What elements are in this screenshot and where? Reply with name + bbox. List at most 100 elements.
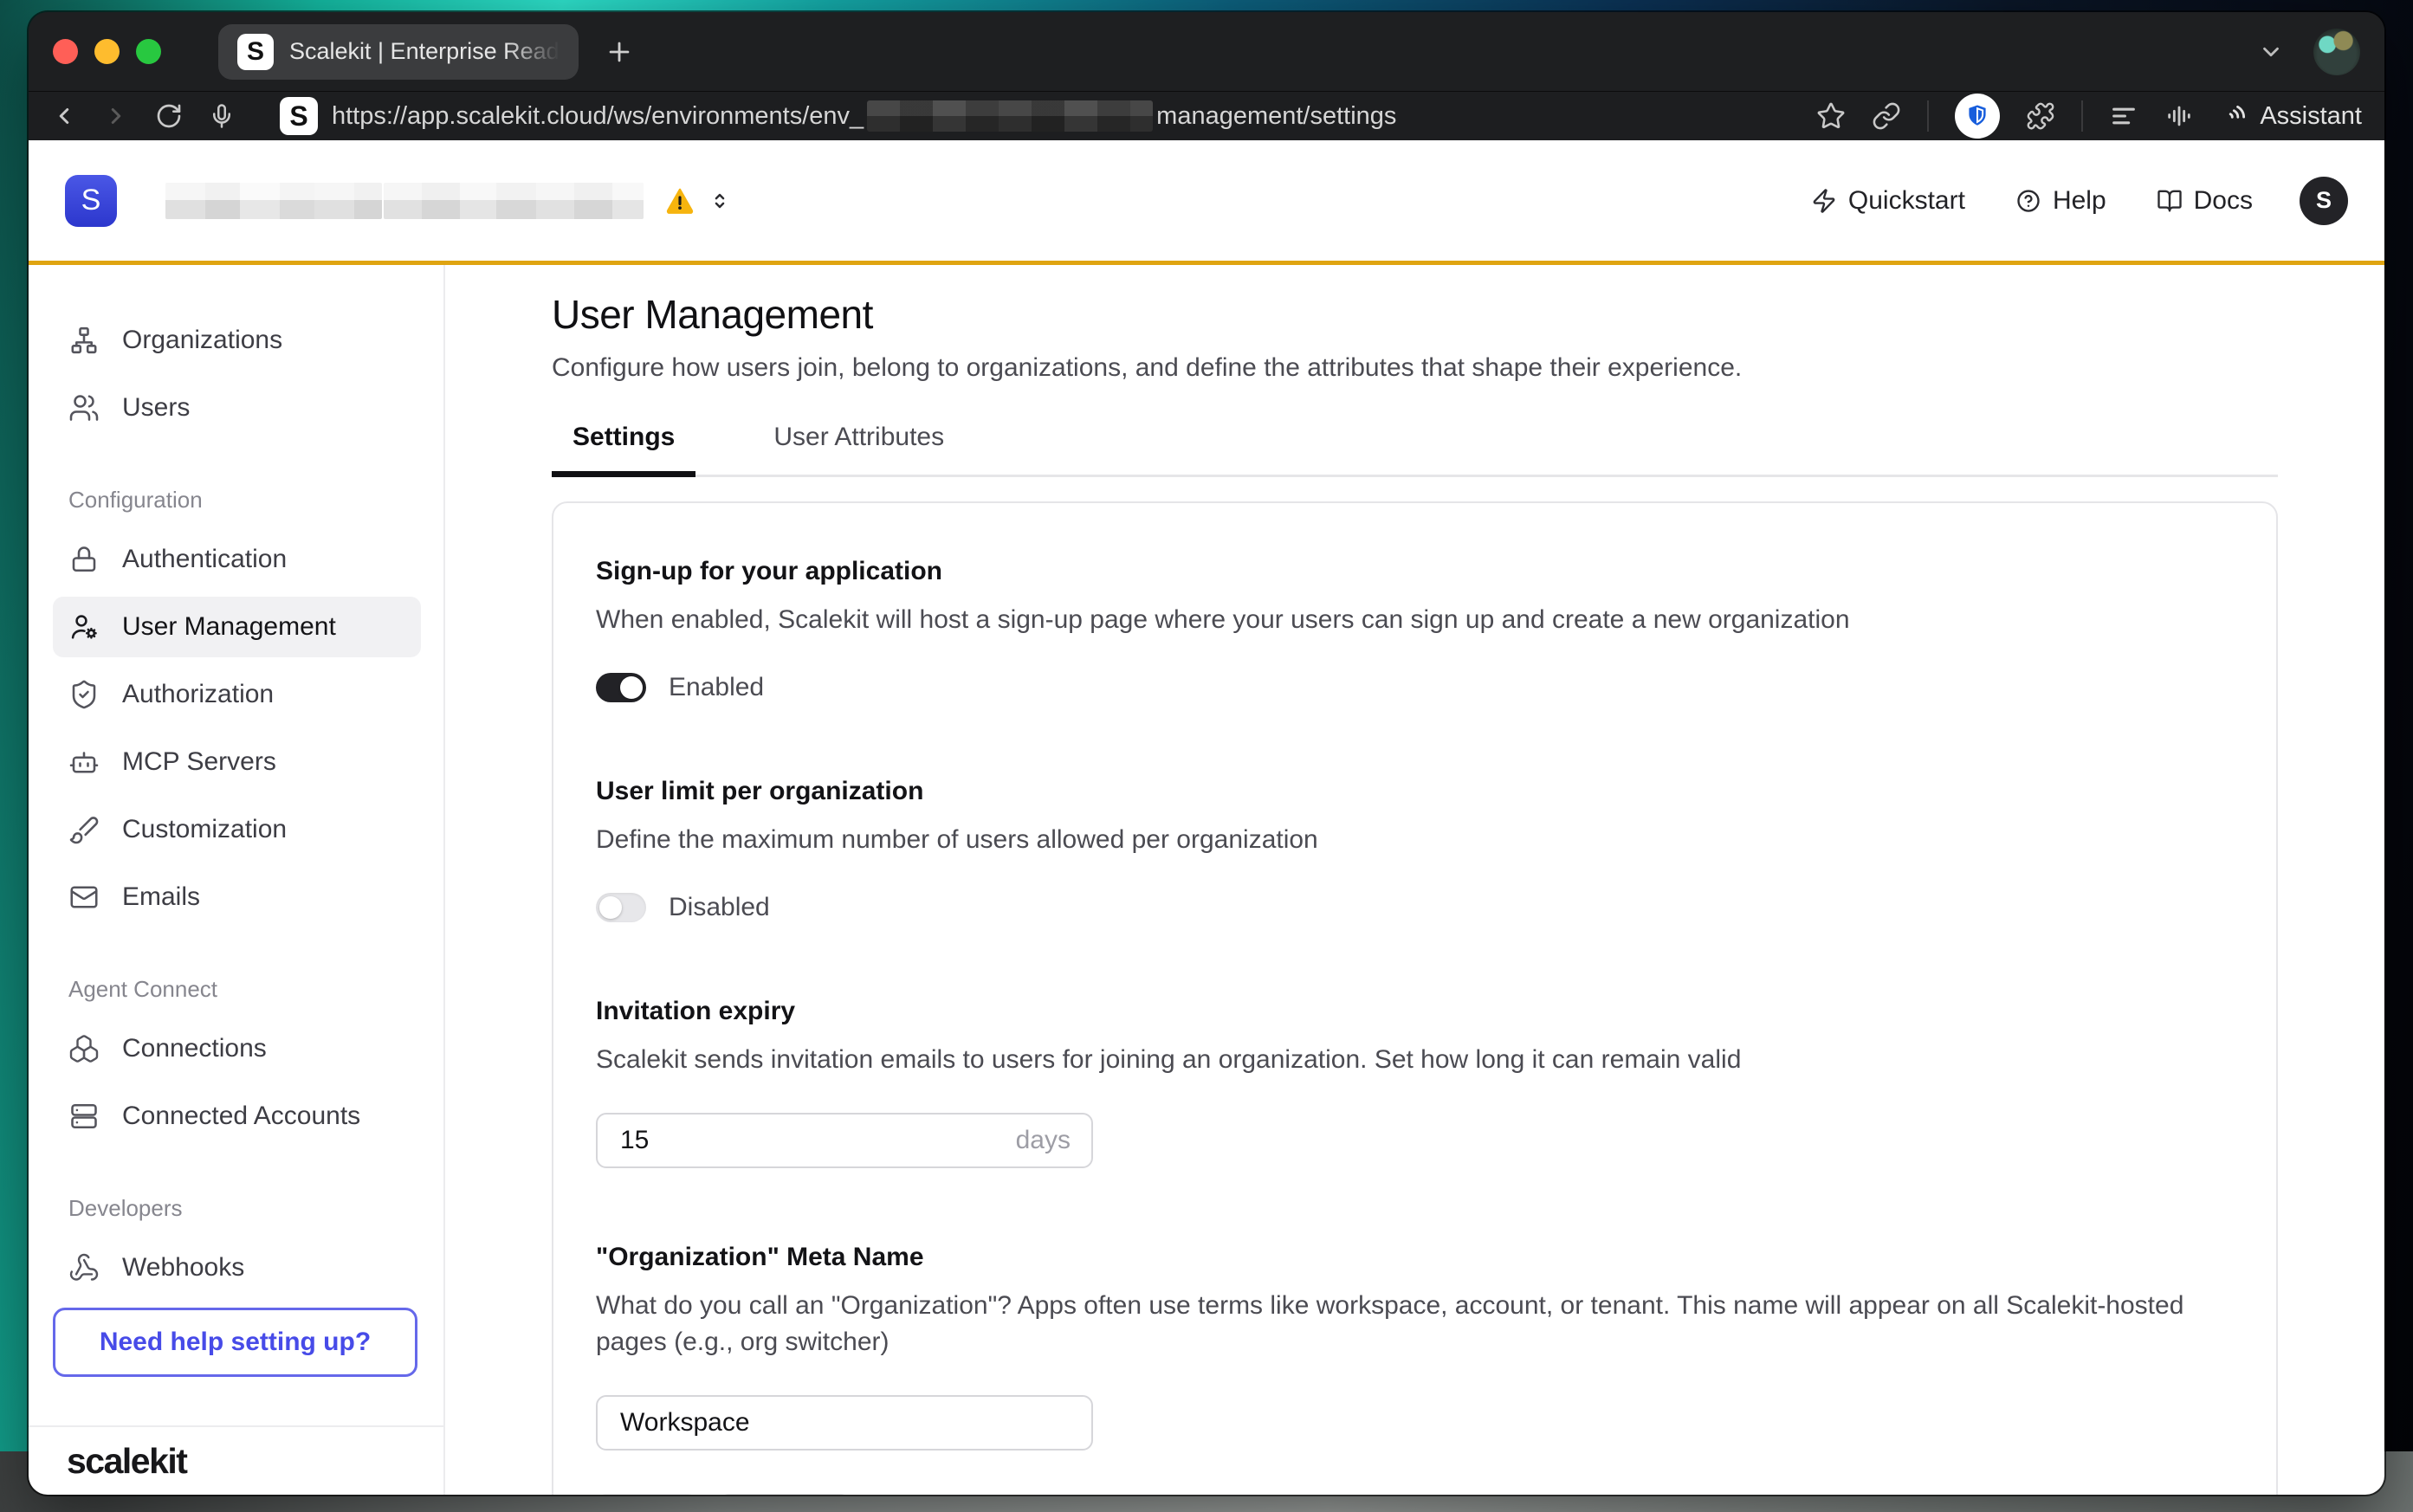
- user-gear-icon: [68, 611, 100, 643]
- tab-bar: Settings User Attributes: [552, 423, 2278, 477]
- zoom-window-button[interactable]: [136, 39, 161, 64]
- tab-user-attributes[interactable]: User Attributes: [753, 423, 965, 475]
- boxes-icon: [68, 1033, 100, 1064]
- environment-name-redacted: [384, 183, 644, 219]
- meta-name-input[interactable]: [618, 1407, 1071, 1438]
- sidebar-item-customization[interactable]: Customization: [53, 799, 421, 860]
- new-tab-button[interactable]: [605, 37, 634, 67]
- browser-url-bar: S https://app.scalekit.cloud/ws/environm…: [29, 91, 2384, 140]
- sidebar-item-connected-accounts[interactable]: Connected Accounts: [53, 1086, 421, 1147]
- sidebar-item-mcp-servers[interactable]: MCP Servers: [53, 732, 421, 792]
- invitation-expiry-unit: days: [1016, 1126, 1071, 1155]
- mail-icon: [68, 882, 100, 913]
- tab-search-chevron[interactable]: [2258, 39, 2284, 65]
- sidebar-label: Authentication: [122, 545, 287, 574]
- sidebar-item-emails[interactable]: Emails: [53, 867, 421, 927]
- app-header: S Quickstart Help: [29, 140, 2384, 261]
- voice-search-button[interactable]: [209, 103, 235, 129]
- scalekit-logo: S: [65, 175, 117, 227]
- sidebar-item-organizations[interactable]: Organizations: [53, 310, 421, 371]
- chevron-right-icon: [103, 103, 129, 129]
- assistant-button[interactable]: Assistant: [2220, 101, 2362, 131]
- sidebar-label: Organizations: [122, 326, 282, 355]
- url-suffix: management/settings: [1156, 102, 1396, 131]
- paintbrush-icon: [68, 814, 100, 845]
- sidebar-item-connections[interactable]: Connections: [53, 1018, 421, 1079]
- sidebar-item-user-management[interactable]: User Management: [53, 597, 421, 657]
- server-rows-icon: [68, 1101, 100, 1132]
- user-avatar[interactable]: S: [2300, 177, 2348, 225]
- tab-settings[interactable]: Settings: [552, 423, 695, 475]
- chevron-down-icon: [2258, 39, 2284, 65]
- bookmark-star-icon[interactable]: [1816, 101, 1846, 131]
- sidebar-section-agent-connect: Agent Connect: [68, 976, 419, 1003]
- invitation-expiry-title: Invitation expiry: [596, 997, 2234, 1026]
- close-window-button[interactable]: [53, 39, 78, 64]
- invitation-expiry-input[interactable]: [618, 1125, 1016, 1156]
- reload-icon: [155, 102, 183, 130]
- minimize-window-button[interactable]: [94, 39, 120, 64]
- settings-card: Sign-up for your application When enable…: [552, 501, 2278, 1495]
- reading-list-icon[interactable]: [2109, 101, 2138, 131]
- browser-window: S Scalekit | Enterprise Ready A S https:…: [29, 12, 2384, 1495]
- user-limit-description: Define the maximum number of users allow…: [596, 822, 2234, 858]
- toggle-knob: [620, 676, 643, 699]
- page-subtitle: Configure how users join, belong to orga…: [552, 353, 2278, 383]
- need-help-button[interactable]: Need help setting up?: [53, 1308, 417, 1377]
- signup-description: When enabled, Scalekit will host a sign-…: [596, 602, 2234, 638]
- sidebar-item-authentication[interactable]: Authentication: [53, 529, 421, 590]
- site-favicon: S: [280, 97, 318, 135]
- webhook-icon: [68, 1252, 100, 1283]
- url-address[interactable]: https://app.scalekit.cloud/ws/environmen…: [332, 100, 1396, 132]
- assistant-label: Assistant: [2260, 102, 2362, 131]
- help-circle-icon: [2015, 188, 2041, 214]
- help-link[interactable]: Help: [2015, 186, 2106, 216]
- cancel-button[interactable]: Cancel: [719, 1494, 851, 1495]
- save-button[interactable]: Save: [596, 1494, 698, 1495]
- sidebar-item-authorization[interactable]: Authorization: [53, 664, 421, 725]
- microphone-icon: [209, 103, 235, 129]
- organizations-icon: [68, 325, 100, 356]
- tab-favicon: S: [237, 34, 274, 70]
- user-limit-toggle[interactable]: [596, 893, 646, 922]
- signup-title: Sign-up for your application: [596, 557, 2234, 586]
- browser-tab[interactable]: S Scalekit | Enterprise Ready A: [218, 24, 579, 80]
- signup-toggle[interactable]: [596, 673, 646, 702]
- signup-toggle-label: Enabled: [669, 673, 764, 702]
- meta-name-description: What do you call an "Organization"? Apps…: [596, 1288, 2234, 1360]
- quickstart-link[interactable]: Quickstart: [1811, 186, 1965, 216]
- environment-switcher[interactable]: [708, 189, 732, 213]
- docs-link[interactable]: Docs: [2157, 186, 2253, 216]
- extensions-puzzle-icon[interactable]: [2026, 101, 2055, 131]
- lock-icon: [68, 544, 100, 575]
- sidebar-label: Connections: [122, 1034, 267, 1063]
- scalekit-wordmark: scalekit: [29, 1427, 443, 1495]
- forward-button[interactable]: [103, 103, 129, 129]
- chevron-left-icon: [51, 103, 77, 129]
- sidebar-label: MCP Servers: [122, 747, 276, 777]
- toggle-knob: [599, 896, 622, 919]
- robot-icon: [68, 746, 100, 778]
- sidebar-item-webhooks[interactable]: Webhooks: [53, 1237, 421, 1298]
- reload-button[interactable]: [155, 102, 183, 130]
- back-button[interactable]: [51, 103, 77, 129]
- bitwarden-extension-button[interactable]: [1955, 94, 2000, 139]
- browser-tab-strip: S Scalekit | Enterprise Ready A: [29, 12, 2384, 91]
- waveform-icon[interactable]: [2164, 101, 2194, 131]
- sidebar-section-developers: Developers: [68, 1195, 419, 1222]
- environment-warning: [664, 185, 695, 216]
- copy-link-icon[interactable]: [1872, 101, 1901, 131]
- main-content: User Management Configure how users join…: [445, 265, 2384, 1495]
- user-limit-toggle-label: Disabled: [669, 893, 770, 922]
- sidebar-label: Emails: [122, 882, 200, 912]
- warning-triangle-icon: [664, 185, 695, 216]
- toolbar-separator: [1927, 100, 1929, 132]
- sidebar-label: Users: [122, 393, 190, 423]
- sidebar-item-users[interactable]: Users: [53, 378, 421, 438]
- shield-check-icon: [68, 679, 100, 710]
- tab-title: Scalekit | Enterprise Ready A: [289, 38, 560, 65]
- browser-profile-avatar[interactable]: [2313, 29, 2360, 75]
- help-label: Help: [2053, 186, 2106, 216]
- meta-name-field: [596, 1395, 1093, 1451]
- docs-label: Docs: [2194, 186, 2253, 216]
